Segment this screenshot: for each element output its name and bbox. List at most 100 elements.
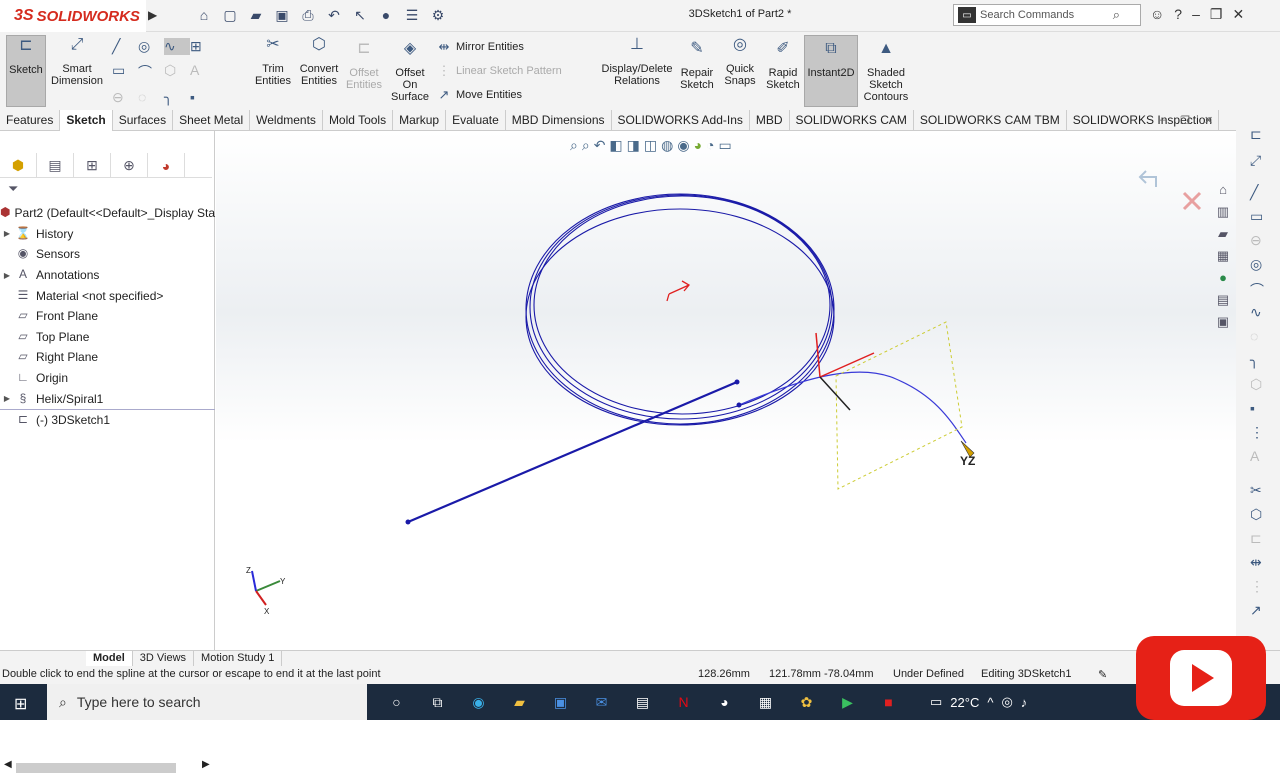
pattern-icon[interactable]: ⋮	[1250, 578, 1264, 595]
search-input[interactable]: Search Commands	[980, 9, 1074, 21]
netflix-icon[interactable]: N	[663, 684, 704, 720]
home-icon[interactable]: ⌂	[194, 5, 214, 25]
tab-3d-views[interactable]: 3D Views	[133, 651, 195, 666]
move-entities-button[interactable]: ↗ Move Entities	[436, 87, 522, 103]
fillet-icon[interactable]: ╮	[1250, 352, 1258, 369]
tree-item-front-plane[interactable]: ▱ Front Plane	[0, 306, 215, 327]
repair-sketch-button[interactable]: ✎ Repair Sketch	[678, 41, 716, 92]
resources-home-icon[interactable]: ⌂	[1210, 182, 1236, 204]
spline-icon[interactable]: ∿	[1250, 304, 1262, 321]
text-icon[interactable]: A	[1250, 448, 1259, 464]
arc-icon[interactable]: ⌒	[138, 62, 164, 82]
zoom-to-area-icon[interactable]: ⌕	[582, 137, 590, 154]
circle-icon[interactable]: ◎	[1250, 256, 1262, 273]
appearances-icon[interactable]: ●	[1210, 270, 1236, 292]
sketch-button[interactable]: ⊏ Sketch	[6, 35, 46, 107]
tree-item-helix-spiral[interactable]: ▶ § Helix/Spiral1	[0, 388, 215, 409]
tab-navigation-arrows[interactable]	[0, 651, 86, 666]
print-icon[interactable]: ⎙	[298, 5, 318, 25]
spline-icon[interactable]: ∿	[164, 38, 190, 55]
tab-model[interactable]: Model	[86, 651, 133, 666]
tab-solidworks-cam[interactable]: SOLIDWORKS CAM	[790, 110, 914, 131]
hide-show-items-icon[interactable]: ◉	[677, 137, 689, 154]
fillet-icon[interactable]: ╮	[164, 89, 190, 106]
volume-icon[interactable]: ♪	[1021, 695, 1028, 710]
calculator-icon[interactable]: ▦	[745, 684, 786, 720]
help-icon[interactable]: ?	[1174, 6, 1182, 23]
trim-entities-button[interactable]: ✂ Trim Entities	[250, 37, 296, 88]
view-palette-icon[interactable]: ▦	[1210, 248, 1236, 270]
solidworks-logo[interactable]: 3S SOLIDWORKS	[0, 0, 146, 32]
chat-icon[interactable]: ◕	[704, 684, 745, 720]
centerpoint-icon[interactable]: ▪	[190, 89, 216, 106]
tree-item-top-plane[interactable]: ▱ Top Plane	[0, 327, 215, 348]
file-explorer-icon[interactable]: ▰	[1210, 226, 1236, 248]
store-icon[interactable]: ▣	[540, 684, 581, 720]
mirror-icon[interactable]: ⇹	[1250, 554, 1262, 571]
tab-evaluate[interactable]: Evaluate	[446, 110, 506, 131]
smart-dimension-button[interactable]: ⤢ Smart Dimension	[50, 37, 104, 88]
zoom-to-fit-icon[interactable]: ⌕	[570, 137, 578, 154]
open-folder-icon[interactable]: ▰	[246, 5, 266, 25]
mirror-entities-button[interactable]: ⇹ Mirror Entities	[436, 39, 524, 55]
display-style-icon[interactable]: ◍	[661, 137, 673, 154]
polygon-icon[interactable]: ⬡	[1250, 376, 1262, 393]
close-icon[interactable]: ✕	[1232, 6, 1244, 23]
taskbar-search-input[interactable]: Type here to search	[77, 694, 201, 710]
section-view-icon[interactable]: ◧	[609, 137, 622, 154]
flyout-arrow-icon[interactable]: ▶	[148, 8, 157, 22]
line-icon[interactable]: ╱	[1250, 184, 1258, 201]
line-icon[interactable]: ╱	[112, 38, 138, 55]
move-icon[interactable]: ↗	[1250, 602, 1262, 619]
tree-item-3dsketch[interactable]: ⊏ (-) 3DSketch1	[0, 408, 215, 430]
undo-icon[interactable]: ↶	[324, 5, 344, 25]
expand-icon[interactable]: ▶	[0, 229, 14, 238]
tree-item-history[interactable]: ▶ ⌛ History	[0, 224, 215, 245]
sketch-icon[interactable]: ⊏	[1250, 126, 1262, 143]
search-icon[interactable]: ⌕	[1113, 7, 1120, 23]
point-icon[interactable]: ▪	[1250, 400, 1255, 416]
helix-spiral[interactable]	[525, 193, 835, 426]
text-icon[interactable]: A	[190, 62, 216, 82]
tab-solidworks-add-ins[interactable]: SOLIDWORKS Add-Ins	[612, 110, 750, 131]
scroll-thumb[interactable]	[16, 763, 176, 773]
app-icon[interactable]: ▤	[622, 684, 663, 720]
display-manager-icon[interactable]: ◕	[148, 153, 185, 178]
minimize-icon[interactable]: –	[1192, 6, 1200, 23]
doc-close-icon[interactable]: ✕	[1204, 114, 1213, 127]
quick-snaps-button[interactable]: ◎ Quick Snaps	[722, 37, 758, 88]
shaded-sketch-contours-button[interactable]: ▲ Shaded Sketch Contours	[862, 41, 910, 104]
panel-horizontal-scrollbar[interactable]: ◀ ▶	[0, 759, 213, 775]
line-endpoint[interactable]	[734, 379, 740, 385]
mail-icon[interactable]: ✉	[581, 684, 622, 720]
instant2d-button[interactable]: ⧉ Instant2D	[804, 35, 858, 107]
centerline-icon[interactable]: ⋮	[1250, 424, 1264, 441]
circle-icon[interactable]: ◎	[138, 38, 164, 55]
select-cursor-icon[interactable]: ↖	[350, 5, 370, 25]
tab-surfaces[interactable]: Surfaces	[113, 110, 174, 131]
user-icon[interactable]: ☺	[1150, 6, 1164, 23]
convert-icon[interactable]: ⬡	[1250, 506, 1262, 523]
tab-mbd-dimensions[interactable]: MBD Dimensions	[506, 110, 612, 131]
media-icon[interactable]: ▶	[827, 684, 868, 720]
view-orientation-icon[interactable]: ◫	[644, 137, 657, 154]
graphics-area[interactable]: YZ Z Y X	[216, 131, 1236, 650]
expand-icon[interactable]: ▶	[0, 394, 14, 403]
display-delete-relations-button[interactable]: ⊥ Display/Delete Relations	[600, 37, 674, 88]
edge-icon[interactable]: ◉	[458, 684, 499, 720]
line-endpoint[interactable]	[405, 519, 411, 525]
scroll-left-icon[interactable]: ◀	[4, 759, 12, 770]
ellipse-icon[interactable]: ◌	[1250, 328, 1258, 344]
point-icon[interactable]: ◌	[138, 89, 164, 106]
scroll-right-icon[interactable]: ▶	[202, 759, 210, 770]
weather-icon[interactable]: ▭	[930, 694, 942, 710]
sketch-line[interactable]	[407, 380, 738, 524]
appearance-icon[interactable]: ◕	[694, 137, 702, 154]
search-commands-field[interactable]: ▭ Search Commands ⌕	[953, 4, 1141, 26]
tab-features[interactable]: Features	[0, 110, 61, 131]
offset-on-surface-button[interactable]: ◈ Offset On Surface	[388, 41, 432, 104]
tab-sketch[interactable]: Sketch	[60, 110, 113, 131]
tray-expand-icon[interactable]: ^	[987, 695, 993, 710]
offset-icon[interactable]: ⊏	[1250, 530, 1262, 547]
view-settings-icon[interactable]: ▭	[719, 137, 732, 154]
